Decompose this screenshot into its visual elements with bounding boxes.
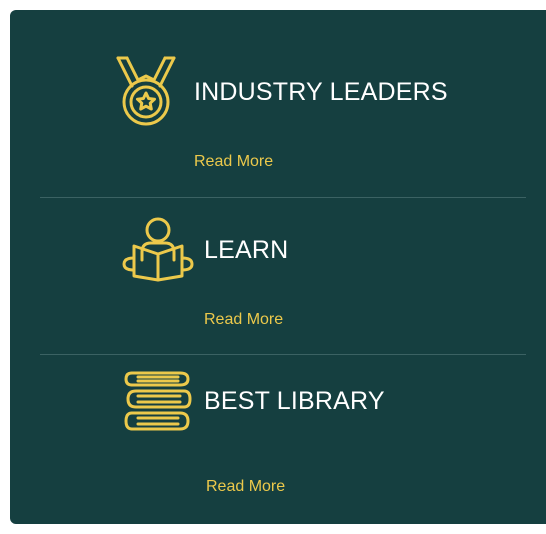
feature-item-learn: LEARN Read More [10,198,546,355]
features-panel: INDUSTRY LEADERS Read More LEARN Read Mo… [10,10,546,524]
read-more-link[interactable]: Read More [194,153,273,171]
feature-title: INDUSTRY LEADERS [194,77,448,106]
feature-header: BEST LIBRARY [122,369,385,433]
reading-person-icon [118,216,198,284]
books-stack-icon [122,369,194,433]
read-more-link[interactable]: Read More [204,311,283,329]
feature-title: BEST LIBRARY [204,386,385,415]
feature-item-industry-leaders: INDUSTRY LEADERS Read More [10,10,546,197]
medal-icon [110,56,182,128]
feature-header: LEARN [118,216,288,284]
read-more-link[interactable]: Read More [206,478,285,496]
feature-title: LEARN [204,235,289,264]
feature-header: INDUSTRY LEADERS [110,56,448,128]
feature-item-best-library: BEST LIBRARY Read More [10,355,546,524]
